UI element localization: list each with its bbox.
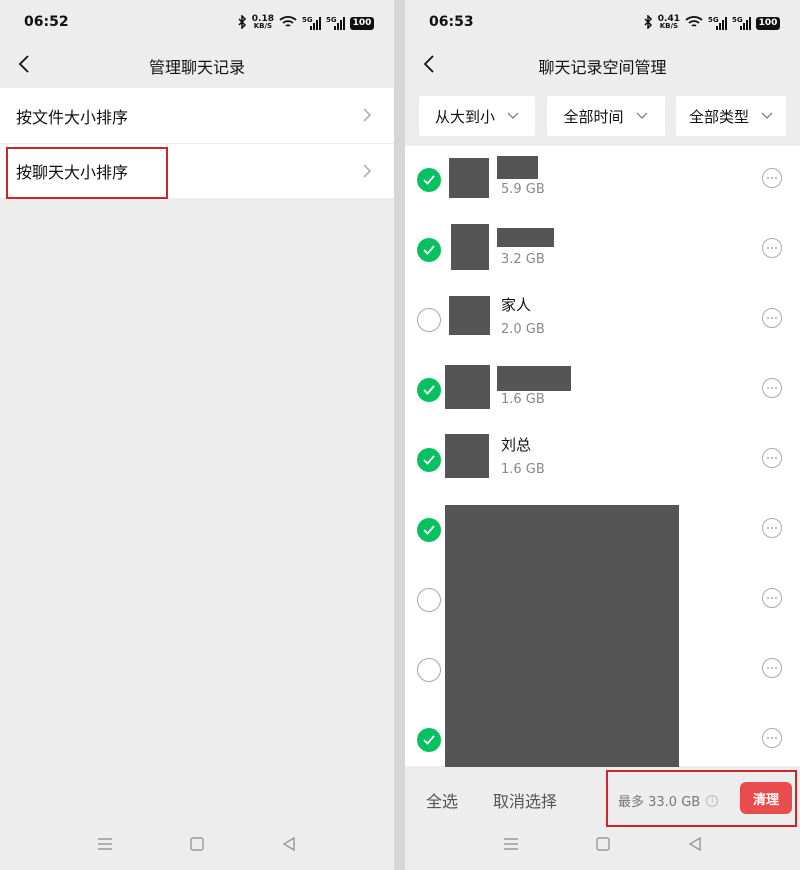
sort-menu: 按文件大小排序 按聊天大小排序 [0,88,394,198]
filter-bar: 从大到小 全部时间 全部类型 [405,90,800,142]
check-icon [423,735,435,745]
signal-icon: 5G [732,16,751,30]
signal-icon: 5G [326,16,345,30]
chat-name: 刘总 [501,436,532,454]
network-speed: 0.41 KB/S [657,14,680,30]
check-icon [423,175,435,185]
phone-chat-storage-manage: 06:53 0.41 KB/S 5G 5G 100 聊天记录空间管理 从大到小 … [405,0,800,870]
page-title: 聊天记录空间管理 [538,58,667,77]
more-icon[interactable] [762,378,782,398]
row-checkbox[interactable] [417,728,441,752]
more-icon[interactable] [762,518,782,538]
cancel-selection-button[interactable]: 取消选择 [493,788,557,812]
avatar [445,365,490,409]
status-bar: 06:52 0.18 KB/S 5G 5G 100 [0,0,394,46]
row-checkbox[interactable] [417,448,441,472]
row-checkbox[interactable] [417,238,441,262]
chat-row[interactable]: 刘总 1.6 GB [405,426,800,496]
menu-item-label: 按聊天大小排序 [16,163,129,182]
menu-item-label: 按文件大小排序 [16,107,129,127]
avatar [449,158,489,198]
row-checkbox[interactable] [417,658,441,682]
chat-size: 3.2 GB [501,252,545,267]
row-checkbox[interactable] [417,518,441,542]
check-icon [423,525,435,535]
nav-bar: 聊天记录空间管理 [405,46,800,84]
chat-name: 家人 [501,296,532,314]
more-icon[interactable] [762,168,782,188]
chat-size: 2.0 GB [501,322,545,337]
bluetooth-icon [644,13,653,33]
signal-icon: 5G [708,16,727,30]
time-filter-dropdown[interactable]: 全部时间 [546,96,665,136]
clean-button[interactable]: 清理 [740,782,792,814]
chevron-down-icon [761,112,773,119]
menu-icon[interactable] [503,838,518,850]
page-title: 管理聊天记录 [148,58,245,77]
battery-icon: 100 [350,16,374,30]
sort-order-dropdown[interactable]: 从大到小 [419,96,535,136]
sort-by-chat-size-item[interactable]: 按聊天大小排序 [0,143,394,198]
row-checkbox[interactable] [417,378,441,402]
more-icon[interactable] [762,448,782,468]
chat-row[interactable]: 1.6 GB [405,356,800,426]
row-checkbox[interactable] [417,588,441,612]
more-icon[interactable] [762,658,782,678]
signal-icon: 5G [302,16,321,30]
home-icon[interactable] [595,837,610,851]
info-icon[interactable]: i [706,794,719,807]
redacted-block [445,505,679,767]
back-triangle-icon[interactable] [688,837,702,851]
menu-icon[interactable] [98,838,112,850]
wifi-icon [685,14,703,33]
chat-size: 1.6 GB [501,392,545,407]
chat-storage-list: 5.9 GB 3.2 GB 家人 2.0 GB 1.6 GB 刘总 1.6 GB [405,146,800,767]
check-icon [423,385,435,395]
more-icon[interactable] [762,728,782,748]
row-checkbox[interactable] [417,168,441,192]
chat-name-redacted [497,366,571,391]
home-icon[interactable] [190,837,204,851]
chat-name-redacted [497,228,554,247]
check-icon [423,245,435,255]
chat-size: 1.6 GB [501,462,545,477]
chat-row[interactable]: 5.9 GB [405,146,800,216]
phone-manage-chat-history: 06:52 0.18 KB/S 5G 5G 100 管理聊天记录 按文件大小排序… [0,0,394,870]
selection-summary: 最多 33.0 GB i [618,791,719,810]
bluetooth-icon [238,13,247,33]
chevron-right-icon [363,108,372,122]
status-time: 06:53 [429,14,474,30]
sort-by-file-size-item[interactable]: 按文件大小排序 [0,88,394,143]
chat-name-redacted [497,156,538,179]
select-all-button[interactable]: 全选 [426,788,458,812]
back-triangle-icon[interactable] [282,837,296,851]
row-checkbox[interactable] [417,308,441,332]
avatar [445,434,489,478]
bottom-action-bar: 全选 取消选择 最多 33.0 GB i 清理 [405,766,800,826]
check-icon [423,455,435,465]
network-speed: 0.18 KB/S [251,14,274,30]
system-nav-bar [0,818,394,870]
avatar [449,296,490,335]
system-nav-bar [405,818,800,870]
chevron-right-icon [363,164,372,178]
more-icon[interactable] [762,588,782,608]
chat-row[interactable]: 3.2 GB [405,216,800,286]
more-icon[interactable] [762,308,782,328]
nav-bar: 管理聊天记录 [0,46,394,84]
status-icons: 0.41 KB/S 5G 5G 100 [644,13,780,33]
battery-icon: 100 [756,16,780,30]
status-bar: 06:53 0.41 KB/S 5G 5G 100 [405,0,800,46]
more-icon[interactable] [762,238,782,258]
chevron-down-icon [507,112,519,119]
chat-row[interactable]: 家人 2.0 GB [405,286,800,356]
status-icons: 0.18 KB/S 5G 5G 100 [238,13,374,33]
avatar [451,224,489,270]
status-time: 06:52 [24,14,69,30]
type-filter-dropdown[interactable]: 全部类型 [676,96,786,136]
chat-size: 5.9 GB [501,182,545,197]
wifi-icon [279,14,297,33]
screenshot-stage: 06:52 0.18 KB/S 5G 5G 100 管理聊天记录 按文件大小排序… [0,0,800,870]
chevron-down-icon [636,112,647,119]
